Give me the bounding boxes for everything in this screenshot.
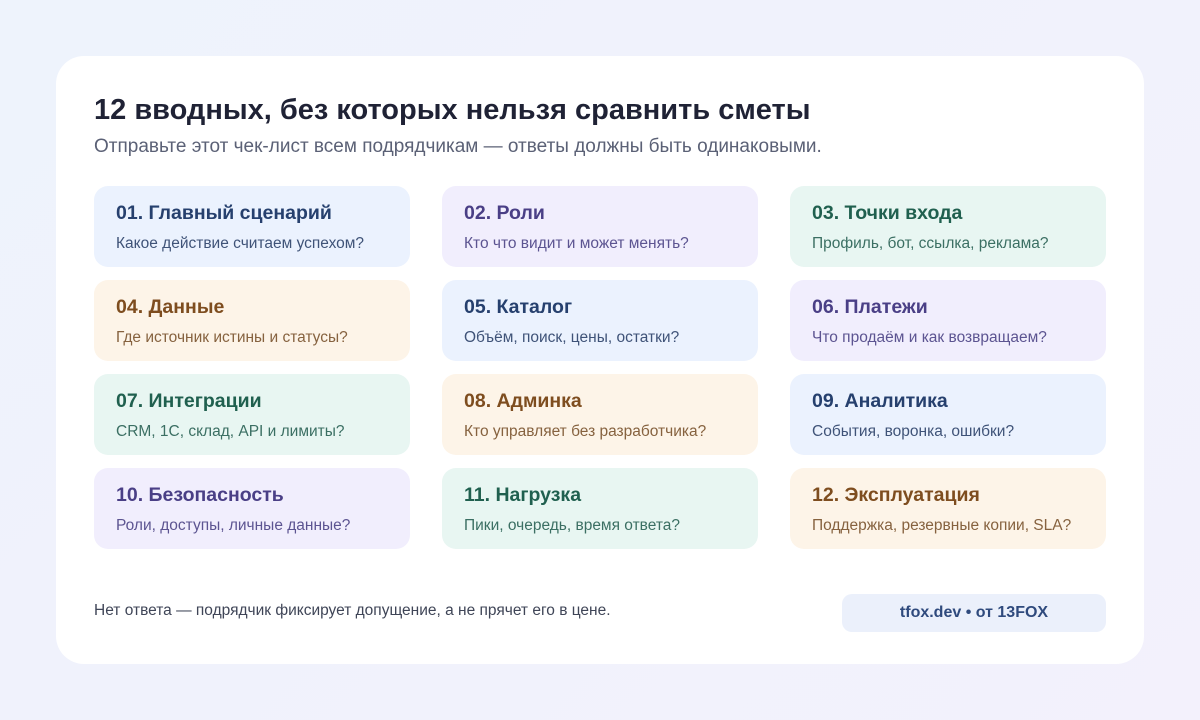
- checklist-grid: 01. Главный сценарий Какое действие счит…: [94, 186, 1106, 549]
- item-title: 06. Платежи: [812, 296, 928, 318]
- item-description: Кто что видит и может менять?: [464, 235, 689, 252]
- item-title: 01. Главный сценарий: [116, 202, 332, 224]
- item-title: 07. Интеграции: [116, 390, 262, 412]
- checklist-item-01: 01. Главный сценарий Какое действие счит…: [94, 186, 410, 267]
- item-description: События, воронка, ошибки?: [812, 423, 1015, 440]
- item-description: Роли, доступы, личные данные?: [116, 517, 351, 534]
- item-title: 02. Роли: [464, 202, 545, 224]
- footer-note: Нет ответа — подрядчик фиксирует допущен…: [94, 602, 611, 619]
- checklist-item-09: 09. Аналитика События, воронка, ошибки?: [790, 374, 1106, 455]
- item-title: 09. Аналитика: [812, 390, 948, 412]
- checklist-item-12: 12. Эксплуатация Поддержка, резервные ко…: [790, 468, 1106, 549]
- item-description: Какое действие считаем успехом?: [116, 235, 365, 252]
- checklist-item-10: 10. Безопасность Роли, доступы, личные д…: [94, 468, 410, 549]
- item-title: 12. Эксплуатация: [812, 484, 980, 506]
- item-description: Профиль, бот, ссылка, реклама?: [812, 235, 1049, 252]
- item-title: 11. Нагрузка: [464, 484, 582, 506]
- brand-badge: tfox.dev • от 13FOX: [842, 594, 1106, 632]
- item-title: 05. Каталог: [464, 296, 573, 318]
- item-title: 03. Точки входа: [812, 202, 963, 224]
- checklist-item-06: 06. Платежи Что продаём и как возвращаем…: [790, 280, 1106, 361]
- item-description: Пики, очередь, время ответа?: [464, 517, 681, 534]
- item-description: Что продаём и как возвращаем?: [812, 329, 1047, 346]
- checklist-item-03: 03. Точки входа Профиль, бот, ссылка, ре…: [790, 186, 1106, 267]
- item-description: Кто управляет без разработчика?: [464, 423, 707, 440]
- checklist-item-05: 05. Каталог Объём, поиск, цены, остатки?: [442, 280, 758, 361]
- checklist-card: 12 вводных, без которых нельзя сравнить …: [56, 56, 1144, 664]
- item-description: Объём, поиск, цены, остатки?: [464, 329, 680, 346]
- checklist-item-04: 04. Данные Где источник истины и статусы…: [94, 280, 410, 361]
- page-title: 12 вводных, без которых нельзя сравнить …: [94, 94, 811, 126]
- item-description: Где источник истины и статусы?: [116, 329, 348, 346]
- item-title: 04. Данные: [116, 296, 225, 318]
- item-title: 10. Безопасность: [116, 484, 284, 506]
- checklist-item-11: 11. Нагрузка Пики, очередь, время ответа…: [442, 468, 758, 549]
- page-subtitle: Отправьте этот чек-лист всем подрядчикам…: [94, 136, 822, 157]
- checklist-item-07: 07. Интеграции CRM, 1С, склад, API и лим…: [94, 374, 410, 455]
- item-title: 08. Админка: [464, 390, 582, 412]
- item-description: CRM, 1С, склад, API и лимиты?: [116, 423, 345, 440]
- checklist-item-08: 08. Админка Кто управляет без разработчи…: [442, 374, 758, 455]
- checklist-item-02: 02. Роли Кто что видит и может менять?: [442, 186, 758, 267]
- item-description: Поддержка, резервные копии, SLA?: [812, 517, 1072, 534]
